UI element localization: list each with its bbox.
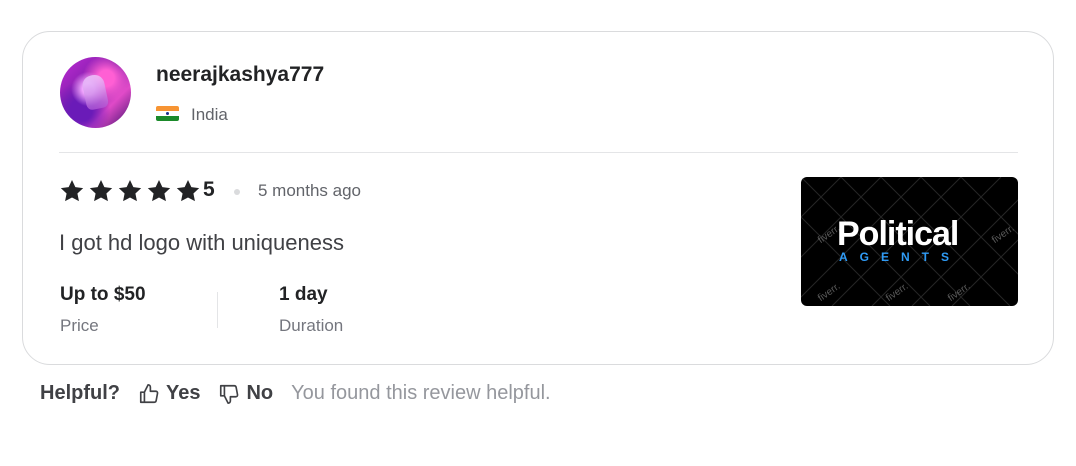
reviewer-avatar[interactable] <box>60 57 131 128</box>
vote-yes-button[interactable]: Yes <box>138 382 200 405</box>
no-label: No <box>246 382 274 404</box>
reviewer-country: India <box>191 105 228 124</box>
star-icon <box>118 179 142 202</box>
gig-thumbnail[interactable]: fiverr. fiverr. fiverr. fiverr. fiverr. … <box>801 177 1018 306</box>
star-icon <box>176 179 200 202</box>
vote-no-button[interactable]: No <box>218 382 273 405</box>
price-value: Up to $50 <box>60 284 146 305</box>
separator-dot <box>234 189 240 195</box>
star-icon <box>60 179 84 202</box>
star-rating <box>59 178 201 204</box>
meta-divider <box>217 292 218 328</box>
price-label: Price <box>60 316 99 335</box>
rating-value: 5 <box>203 178 215 201</box>
yes-label: Yes <box>166 382 201 404</box>
thumbs-up-icon <box>139 383 159 403</box>
india-flag-icon <box>156 106 179 121</box>
thumbnail-title: Political <box>837 215 959 253</box>
thumbs-down-icon <box>220 384 239 404</box>
helpful-question: Helpful? <box>40 382 120 404</box>
star-icon <box>89 179 113 202</box>
review-text: I got hd logo with uniqueness <box>59 230 344 255</box>
reviewer-username[interactable]: neerajkashya777 <box>156 63 324 87</box>
star-icon <box>147 179 171 202</box>
duration-label: Duration <box>279 316 344 335</box>
duration-value: 1 day <box>279 284 328 305</box>
helpful-status: You found this review helpful. <box>291 382 551 404</box>
divider <box>59 152 1018 153</box>
review-time: 5 months ago <box>258 181 362 200</box>
helpful-row: Helpful? Yes No You found this review he… <box>40 382 551 405</box>
review-card: neerajkashya777 India 5 5 months ago I g… <box>22 31 1054 365</box>
thumbnail-subtitle: AGENTS <box>839 250 962 264</box>
